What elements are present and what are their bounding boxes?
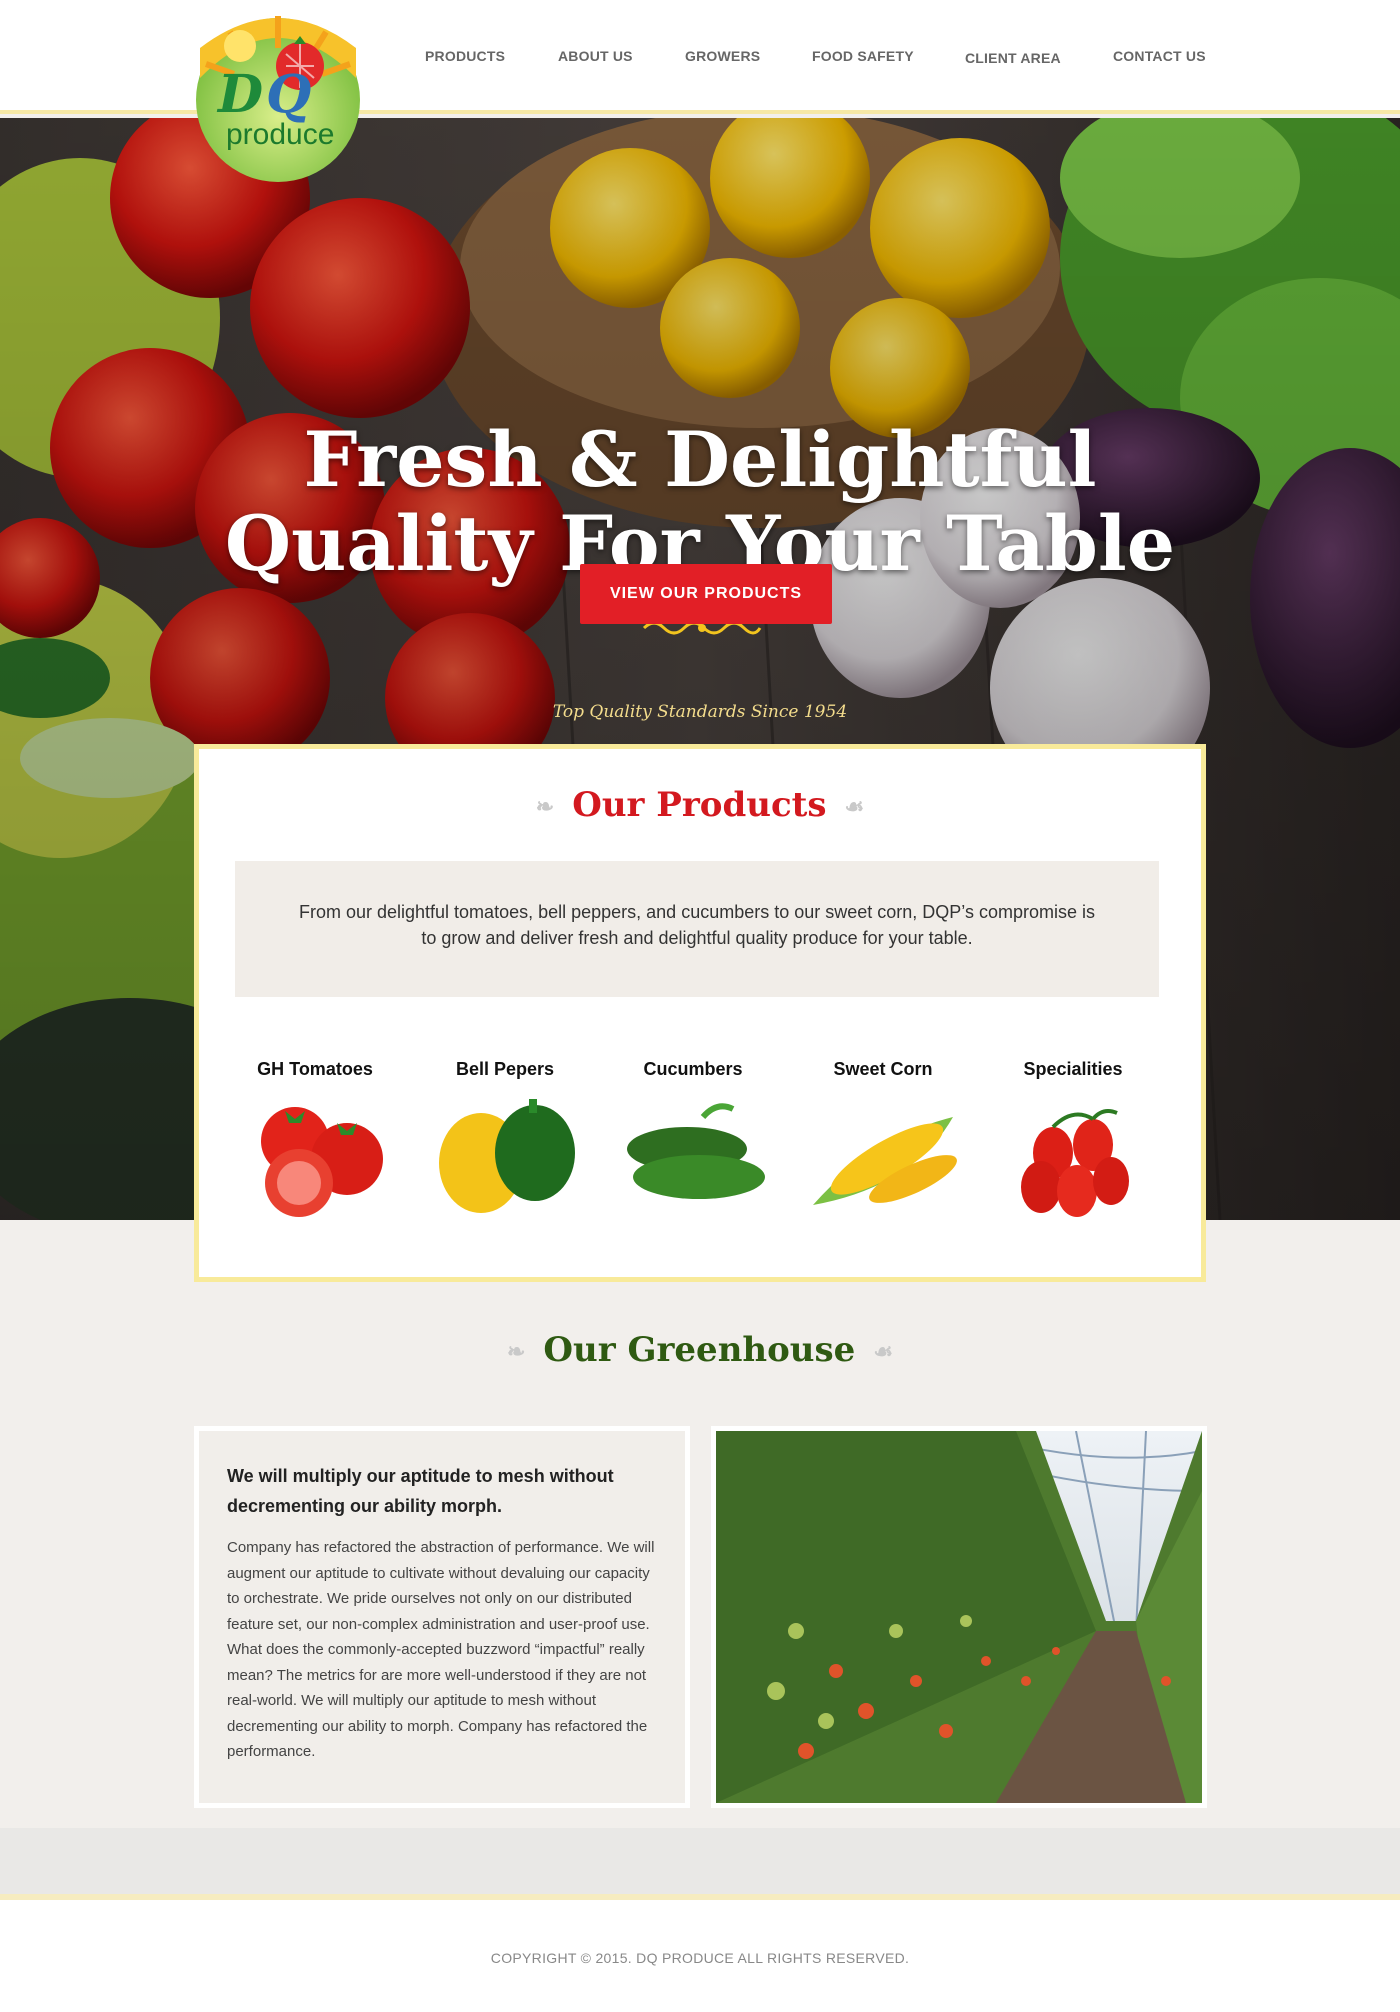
greenhouse-title: ❧ Our Greenhouse ☙ — [0, 1330, 1400, 1370]
product-gh-tomatoes[interactable]: GH Tomatoes — [225, 1059, 405, 1222]
nav-contact-us[interactable]: CONTACT US — [1113, 48, 1206, 64]
copyright-text: COPYRIGHT © 2015. DQ PRODUCE ALL RIGHTS … — [490, 1950, 910, 1966]
greenhouse-text-card: We will multiply our aptitude to mesh wi… — [194, 1426, 690, 1808]
greenhouse-body: Company has refactored the abstraction o… — [227, 1539, 655, 1760]
nav-about-us[interactable]: ABOUT US — [558, 48, 633, 64]
our-products-section: ❧ Our Products ☙ From our delightful tomat… — [194, 744, 1206, 1282]
hero-title-line1: Fresh & Delightful — [303, 415, 1097, 504]
ornament-left-icon: ❧ — [506, 1339, 526, 1365]
ornament-right-icon: ☙ — [844, 794, 865, 820]
svg-text:Q: Q — [266, 64, 311, 125]
ornament-right-icon: ☙ — [873, 1339, 894, 1365]
product-specialities[interactable]: Specialities — [983, 1059, 1163, 1222]
roma-tomatoes-icon — [1021, 1109, 1129, 1217]
tomatoes-icon — [261, 1107, 383, 1217]
site-footer: COPYRIGHT © 2015. DQ PRODUCE ALL RIGHTS … — [0, 1894, 1400, 2012]
ornament-left-icon: ❧ — [535, 794, 555, 820]
hero-subtitle: Top Quality Standards Since 1954 — [552, 702, 848, 722]
product-name: Specialities — [1023, 1059, 1123, 1079]
view-products-button[interactable]: VIEW OUR PRODUCTS — [580, 564, 832, 624]
nav-food-safety[interactable]: FOOD SAFETY — [812, 48, 914, 64]
nav-products[interactable]: PRODUCTS — [425, 48, 505, 64]
cucumbers-icon — [627, 1103, 765, 1199]
bell-peppers-icon — [439, 1099, 575, 1213]
greenhouse-photo — [711, 1426, 1207, 1808]
greenhouse-heading: We will multiply our aptitude to mesh wi… — [227, 1466, 614, 1516]
product-cucumbers[interactable]: Cucumbers — [603, 1059, 783, 1222]
greenhouse-title-text: Our Greenhouse — [543, 1330, 856, 1370]
nav-growers[interactable]: GROWERS — [685, 48, 760, 64]
svg-text:D: D — [216, 64, 263, 125]
dq-produce-logo[interactable]: D Q produce — [190, 8, 366, 184]
product-name: GH Tomatoes — [257, 1059, 373, 1079]
products-title: ❧ Our Products ☙ — [199, 785, 1201, 825]
product-name: Cucumbers — [643, 1059, 743, 1079]
footer-band — [0, 1828, 1400, 1894]
nav-client-area[interactable]: CLIENT AREA — [965, 50, 1061, 66]
product-name: Sweet Corn — [833, 1059, 933, 1079]
products-title-text: Our Products — [572, 785, 827, 825]
logo-icon: D Q produce — [196, 16, 360, 182]
products-intro: From our delightful tomatoes, bell peppe… — [235, 861, 1159, 997]
greenhouse-image — [716, 1431, 1202, 1803]
svg-text:produce: produce — [226, 118, 334, 151]
product-bell-peppers[interactable]: Bell Pepers — [415, 1059, 595, 1222]
sweet-corn-icon — [813, 1117, 957, 1205]
product-name: Bell Pepers — [455, 1059, 555, 1079]
hero-title: Fresh & Delightful Quality For Your Tabl… — [0, 418, 1400, 586]
product-sweet-corn[interactable]: Sweet Corn — [793, 1059, 973, 1222]
